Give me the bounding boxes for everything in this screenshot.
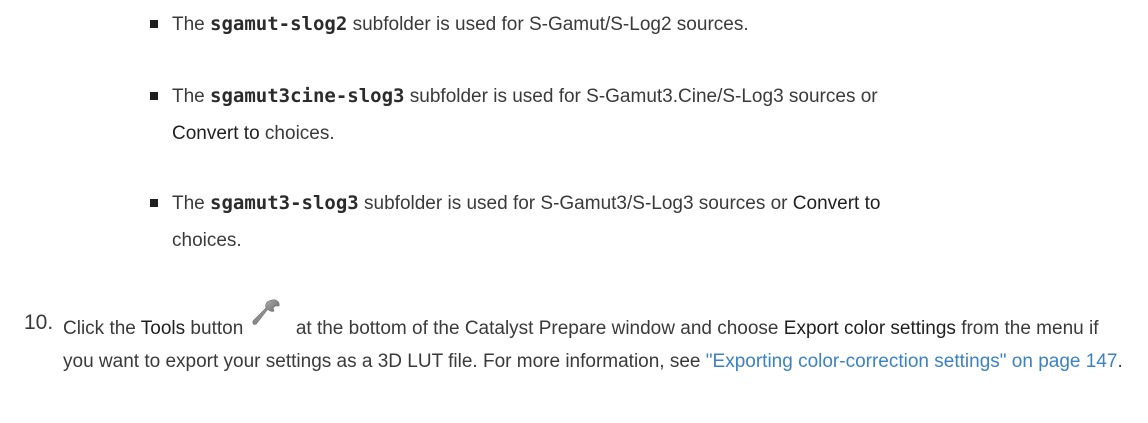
square-bullet-icon xyxy=(150,92,158,100)
step-10: 10. Click the Tools button at the bottom… xyxy=(24,299,1124,378)
step-text: Click the Tools button at the bottom of … xyxy=(24,299,1124,378)
folder-name-code: sgamut3cine-slog3 xyxy=(210,85,405,107)
bullet-suffix: choices. xyxy=(259,123,335,144)
step-intro: Click the xyxy=(63,318,141,339)
bullet-text: The sgamut3cine-slog3 subfolder is used … xyxy=(150,78,1110,152)
step-end: . xyxy=(1117,351,1123,372)
bullet-prefix: The xyxy=(172,14,211,35)
square-bullet-icon xyxy=(150,199,158,207)
wrench-icon xyxy=(251,298,281,328)
folder-name-code: sgamut-slog2 xyxy=(210,13,348,35)
bullet-text: The sgamut3-slog3 subfolder is used for … xyxy=(150,185,1110,259)
bullet-item-sgamut3-slog3: The sgamut3-slog3 subfolder is used for … xyxy=(150,185,1110,259)
step-middle: at the bottom of the Catalyst Prepare wi… xyxy=(290,318,784,339)
folder-name-code: sgamut3-slog3 xyxy=(210,192,359,214)
cross-reference-link[interactable]: "Exporting color-correction settings" on… xyxy=(706,351,1118,372)
bullet-item-sgamut3cine-slog3: The sgamut3cine-slog3 subfolder is used … xyxy=(150,78,1110,152)
ui-term-tools: Tools xyxy=(140,318,186,339)
step-number: 10. xyxy=(24,311,54,334)
bullet-suffix: choices. xyxy=(172,230,242,251)
bullet-prefix: The xyxy=(172,86,211,107)
bullet-suffix: subfolder is used for S-Gamut/S-Log2 sou… xyxy=(347,14,749,35)
ui-term-export-color-settings: Export color settings xyxy=(783,318,956,339)
bullet-prefix: The xyxy=(172,193,211,214)
bullet-item-sgamut-slog2: The sgamut-slog2 subfolder is used for S… xyxy=(150,6,1110,43)
step-after-tools: button xyxy=(185,318,249,339)
bullet-middle: subfolder is used for S-Gamut3/S-Log3 so… xyxy=(358,193,793,214)
document-page: The sgamut-slog2 subfolder is used for S… xyxy=(0,0,1148,423)
ui-term-convert-to: Convert to xyxy=(792,193,881,214)
square-bullet-icon xyxy=(150,20,158,28)
bullet-middle: subfolder is used for S-Gamut3.Cine/S-Lo… xyxy=(404,86,878,107)
ui-term-convert-to: Convert to xyxy=(172,123,260,144)
bullet-text: The sgamut-slog2 subfolder is used for S… xyxy=(150,6,1110,43)
